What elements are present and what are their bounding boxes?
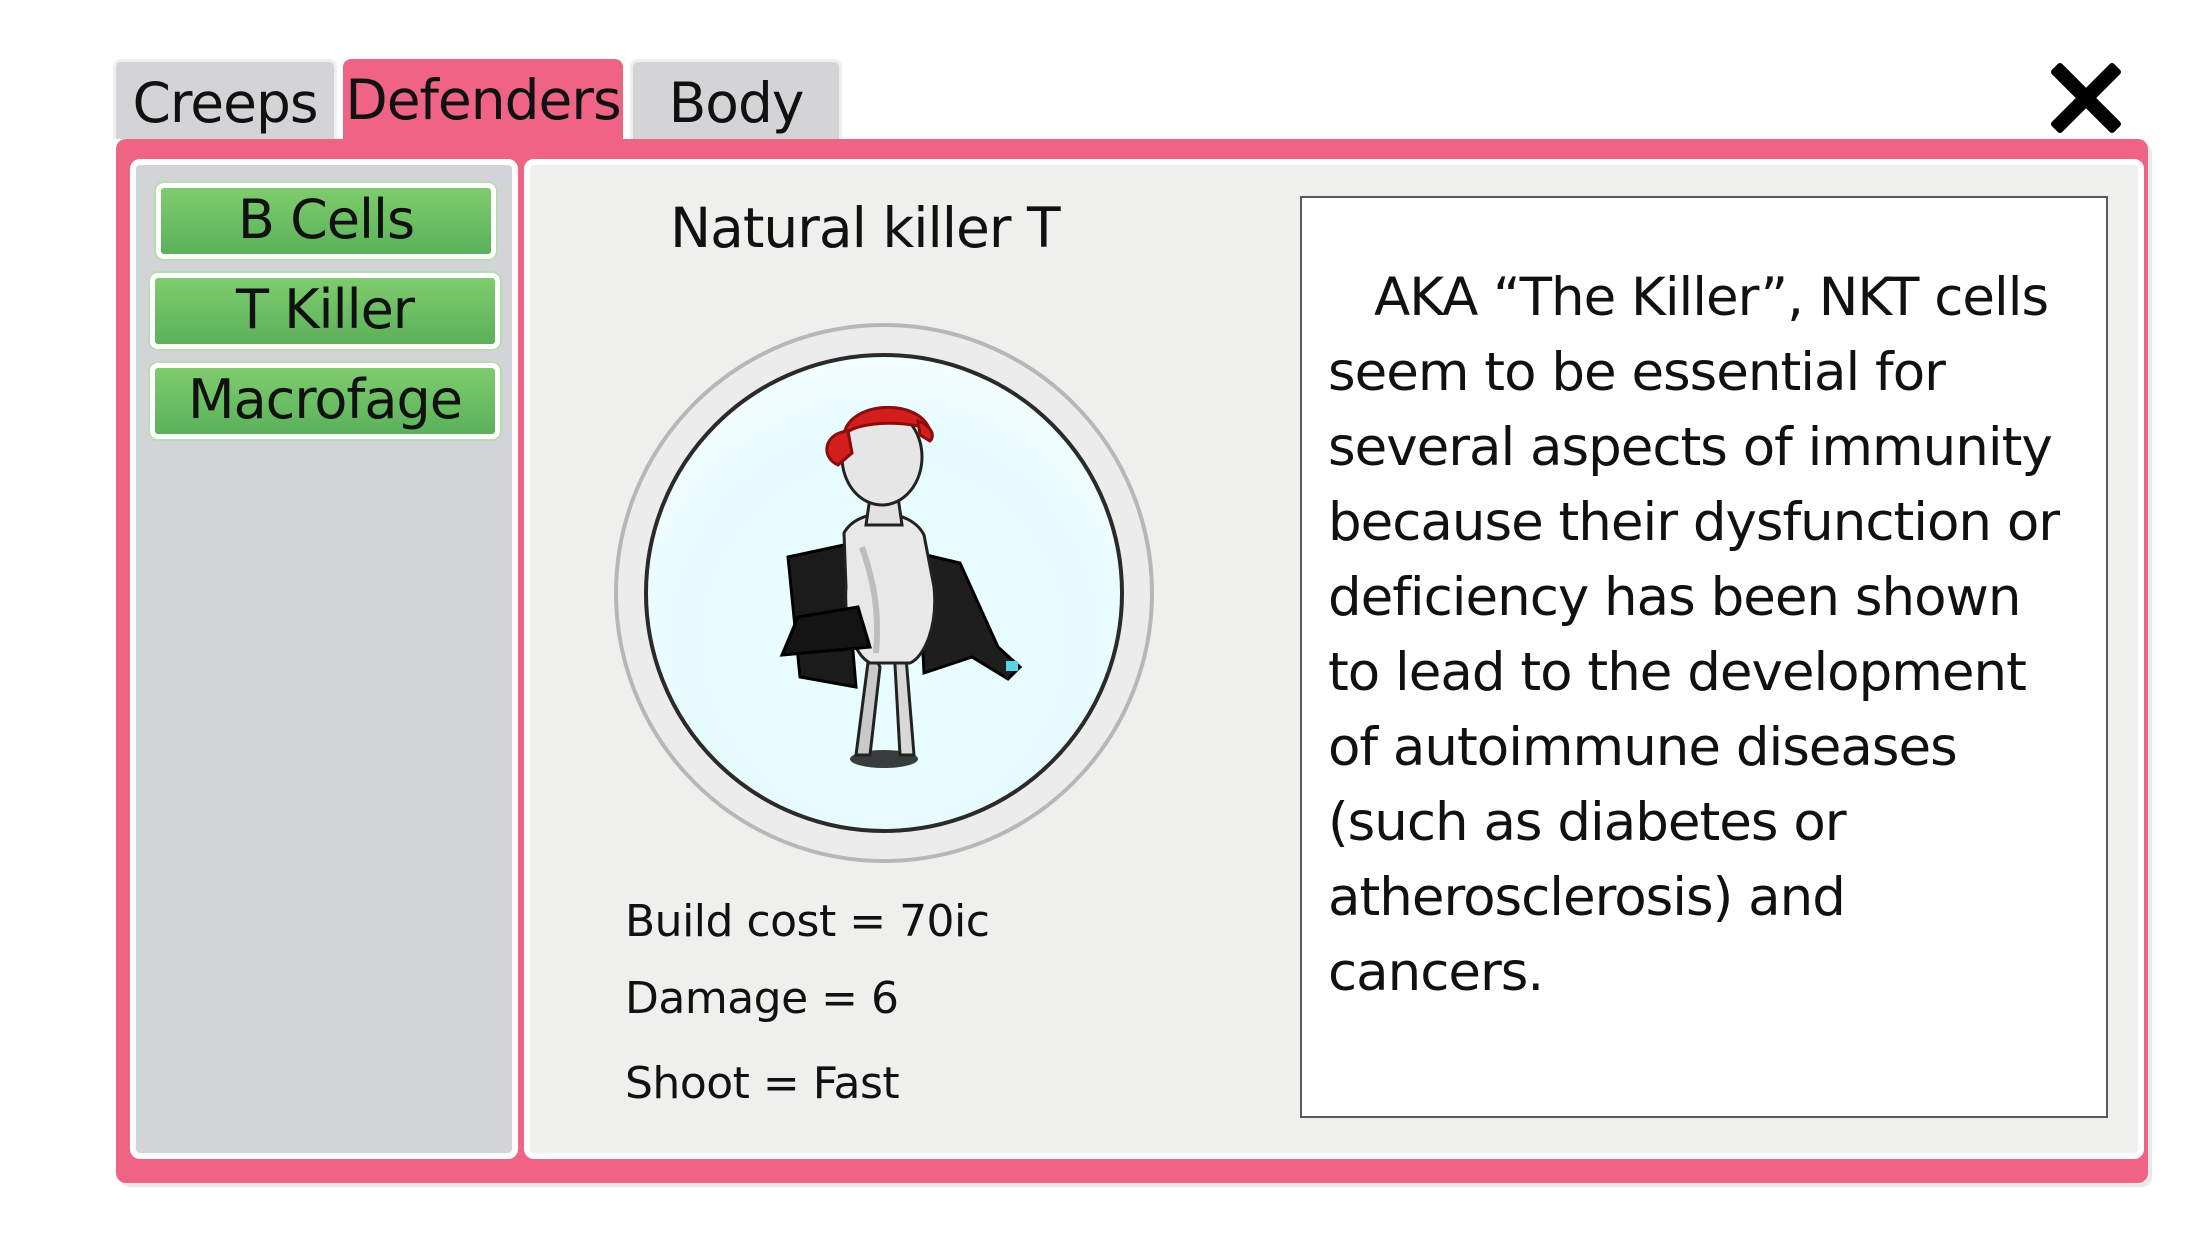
description-text: AKA “The Killer”, NKT cells seem to be e… — [1328, 267, 2060, 1003]
defender-list: B Cells T Killer Macrofage — [130, 159, 518, 1159]
stat-build-cost: Build cost = 70ic — [625, 896, 990, 947]
defender-name: Natural killer T — [670, 196, 1061, 260]
tab-creeps[interactable]: Creeps — [113, 59, 337, 139]
nkt-cell-character-icon — [779, 406, 1023, 768]
tab-defenders[interactable]: Defenders — [343, 59, 623, 141]
tab-body[interactable]: Body — [630, 59, 842, 139]
close-button[interactable] — [2046, 58, 2126, 138]
defender-button-t-killer[interactable]: T Killer — [150, 273, 500, 349]
stat-damage: Damage = 6 — [625, 973, 899, 1024]
defender-button-macrofage[interactable]: Macrofage — [150, 363, 500, 439]
defender-button-b-cells[interactable]: B Cells — [156, 183, 496, 259]
portrait-background — [644, 353, 1124, 833]
portrait-frame — [614, 323, 1154, 863]
stat-shoot: Shoot = Fast — [625, 1058, 900, 1109]
close-x-icon — [2051, 63, 2121, 133]
description-box: AKA “The Killer”, NKT cells seem to be e… — [1300, 196, 2108, 1118]
